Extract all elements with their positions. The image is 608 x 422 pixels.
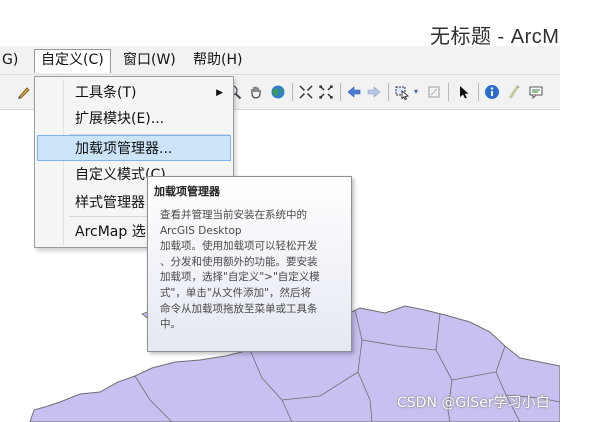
tooltip-line: 加载项，选择"自定义">"自定义模 [160, 271, 320, 284]
hyperlink-icon[interactable] [506, 84, 522, 100]
menu-bar: G) 自定义(C) 窗口(W) 帮助(H) [0, 46, 560, 75]
edit-icon[interactable] [16, 84, 32, 100]
menu-item-label: 工具条(T) [75, 85, 137, 101]
menu-item-addin-manager[interactable]: 加载项管理器... [37, 135, 231, 161]
tooltip-line: 加载项。使用加载项可以轻松开发 [160, 240, 318, 253]
menu-item-label: 扩展模块(E)... [75, 111, 165, 127]
toolbar-separator [478, 83, 479, 101]
watermark-text: CSDN @GISer学习小白 [397, 395, 550, 411]
clear-selection-icon[interactable] [426, 84, 442, 100]
menu-item-extensions[interactable]: 扩展模块(E)... [37, 106, 231, 132]
tooltip-line: 中。 [160, 318, 181, 331]
full-extent-globe-icon[interactable] [270, 84, 286, 100]
tooltip-line: 式"，单击"从文件添加"，然后将 [160, 286, 311, 299]
select-elements-icon[interactable] [456, 84, 472, 100]
menu-help[interactable]: 帮助(H) [187, 50, 248, 70]
fixed-zoom-out-icon[interactable] [318, 84, 334, 100]
title-bar: 无标题 - ArcM [0, 0, 608, 48]
select-features-icon[interactable] [394, 84, 410, 100]
menu-window[interactable]: 窗口(W) [117, 50, 182, 70]
toolbar-separator [292, 83, 293, 101]
back-arrow-icon[interactable] [346, 84, 362, 100]
menu-geoprocessing[interactable]: G) [0, 50, 24, 70]
menu-customize[interactable]: 自定义(C) [34, 49, 111, 73]
arcmap-screenshot: 无标题 - ArcM G) 自定义(C) 窗口(W) 帮助(H) ▾ 工具条(T… [0, 0, 608, 422]
menu-item-label: ArcMap 选 [75, 224, 146, 240]
window-title: 无标题 - ArcM [430, 26, 560, 48]
forward-arrow-icon[interactable] [366, 84, 382, 100]
tooltip-line: ArcGIS Desktop [160, 224, 242, 237]
fixed-zoom-in-icon[interactable] [298, 84, 314, 100]
menu-item-label: 样式管理器 [75, 195, 145, 211]
menu-item-toolbars[interactable]: 工具条(T) ▶ [37, 80, 231, 106]
html-popup-icon[interactable] [528, 84, 544, 100]
pan-hand-icon[interactable] [248, 84, 264, 100]
tooltip-description: 查看并管理当前安装在系统中的 ArcGIS Desktop 加载项。使用加载项可… [160, 208, 348, 333]
submenu-arrow-icon: ▶ [216, 88, 223, 98]
identify-icon[interactable] [484, 84, 500, 100]
menu-item-label: 加载项管理器... [75, 141, 173, 157]
chevron-down-icon[interactable]: ▾ [412, 84, 420, 100]
toolbar-separator [388, 83, 389, 101]
toolbar-separator [340, 83, 341, 101]
addin-manager-tooltip: 加载项管理器 查看并管理当前安装在系统中的 ArcGIS Desktop 加载项… [147, 176, 352, 352]
tooltip-line: 查看并管理当前安装在系统中的 [160, 209, 307, 221]
tooltip-line: 、分发和使用额外的功能。要安装 [160, 255, 318, 268]
tooltip-line: 命令从加载项拖放至菜单或工具条 [160, 302, 318, 315]
tooltip-title: 加载项管理器 [154, 185, 220, 198]
toolbar-separator [448, 83, 449, 101]
